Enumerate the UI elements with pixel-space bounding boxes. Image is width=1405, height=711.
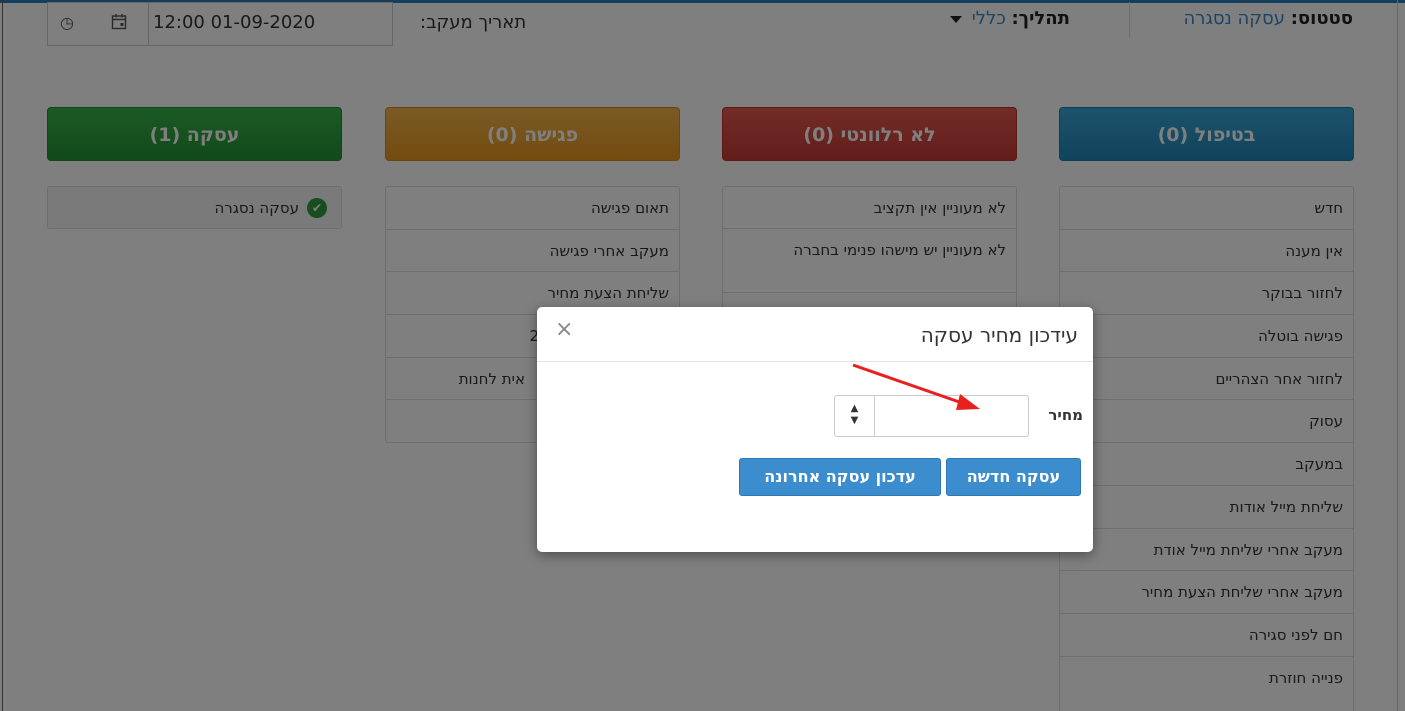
price-label: מחיר <box>1048 406 1083 424</box>
update-deal-price-modal: עידכון מחיר עסקה × מחיר ▲ ▼ עסקה חדשה עד… <box>537 307 1093 552</box>
close-icon[interactable]: × <box>555 317 573 342</box>
price-input[interactable]: ▲ ▼ <box>834 395 1029 437</box>
new-deal-button[interactable]: עסקה חדשה <box>946 458 1081 496</box>
number-stepper[interactable]: ▲ ▼ <box>835 396 875 436</box>
modal-header: עידכון מחיר עסקה × <box>537 307 1093 362</box>
stepper-up-icon[interactable]: ▲ <box>835 403 874 415</box>
stepper-down-icon[interactable]: ▼ <box>835 415 874 427</box>
modal-title: עידכון מחיר עסקה <box>920 323 1078 347</box>
update-last-deal-button[interactable]: עדכון עסקה אחרונה <box>739 458 941 496</box>
